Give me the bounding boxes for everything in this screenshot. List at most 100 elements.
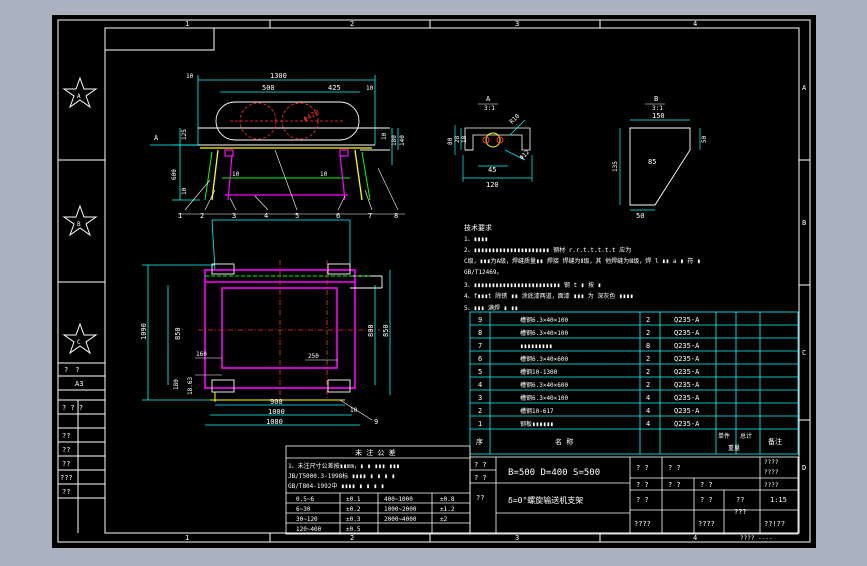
bom-cell-name: ▮▮▮▮▮▮▮▮▮ xyxy=(520,343,553,350)
star-label-b: B xyxy=(77,221,81,228)
title-left-cell: ? ? xyxy=(474,474,487,482)
title-grid-cell: ?? xyxy=(736,496,744,504)
zone-right-d: D xyxy=(802,464,806,472)
title-grid-cell: ??!?? xyxy=(764,520,785,528)
zone-right-c: C xyxy=(802,349,806,357)
dim-plan-bottom-b: 1000 xyxy=(268,408,285,416)
callout-6: 6 xyxy=(336,212,340,220)
dim-front-inner-a: 10 xyxy=(232,171,240,178)
bom-cell-mat: Q235-A xyxy=(674,394,700,402)
cad-drawing-viewport[interactable]: 1 2 3 4 1 2 3 4 A B C D A B C ? ? A3 ? ?… xyxy=(0,0,867,562)
tolerance-cell: ±0.1 xyxy=(346,496,361,503)
drawing-spec: B=500 D=400 S=500 xyxy=(508,468,600,478)
dim-detail-a-d3: 18 xyxy=(461,135,468,143)
notes-title: 技术要求 xyxy=(464,223,492,232)
bom-cell-name: 槽钢6.3×40×100 xyxy=(520,316,569,324)
bom-cell-mat: Q235-A xyxy=(674,342,700,350)
bom-header-no: 序 xyxy=(476,437,483,446)
bom-cell-name: 槽钢6.3×40×600 xyxy=(520,355,569,363)
bom-cell-mat: Q235-A xyxy=(674,316,700,324)
bom-cell-name: 槽钢6.3×40×600 xyxy=(520,381,569,389)
bom-cell-mat: Q235-A xyxy=(674,381,700,389)
bom-cell-name: 钢板▮▮▮▮▮▮ xyxy=(520,420,554,428)
bom-header-total: 总计 xyxy=(740,432,752,440)
title-grid-cell: ???? xyxy=(764,469,779,476)
zone-bottom-1: 1 xyxy=(185,534,189,542)
bom-header-unit: 单件 xyxy=(718,432,730,440)
dim-plan-inner: 850 xyxy=(174,327,182,340)
left-panel-row: ?? xyxy=(62,446,70,454)
tolerance-cell: 120~400 xyxy=(296,526,322,533)
bom-header-name: 名 称 xyxy=(555,437,573,446)
dim-plan-overall: 1090 xyxy=(140,323,148,340)
dim-front-right-c: 140 xyxy=(399,135,406,146)
tolerance-cell: ±0.5 xyxy=(346,526,361,533)
title-footer: ???? ---- xyxy=(740,535,773,542)
bom-cell-qty: 4 xyxy=(646,407,650,415)
dim-detail-a-w: 120 xyxy=(486,181,499,189)
left-panel-row: ? ? ? xyxy=(62,404,83,412)
bom-cell-no: 6 xyxy=(478,355,482,363)
note-line: 3、▮▮▮▮▮▮▮▮▮▮▮▮▮▮▮▮▮▮▮▮▮▮▮▮ 钢 t ▮ 按 ▮ xyxy=(464,281,601,289)
bom-cell-no: 4 xyxy=(478,381,482,389)
note-line: C级，▮▮▮为A级，焊缝质量▮▮ 焊接 焊缝为Ⅱ级，其 他焊缝为Ⅲ级，焊 l ▮… xyxy=(464,257,701,265)
dim-detail-b-right: 50 xyxy=(701,135,708,143)
bom-cell-mat: Q235-A xyxy=(674,420,700,428)
zone-bottom-4: 4 xyxy=(693,534,697,542)
dim-front-end: 10 xyxy=(186,73,194,80)
callout-9: 9 xyxy=(374,418,378,426)
bom-cell-name: 槽钢6.3×40×100 xyxy=(520,394,569,402)
bom-cell-qty: 4 xyxy=(646,420,650,428)
bom-cell-mat: Q235-A xyxy=(674,329,700,337)
tolerance-cell: ±0.8 xyxy=(440,496,455,503)
dim-plan-misc-e: 10 xyxy=(350,407,358,414)
tolerance-line: 1、未注尺寸公差按▮▮mm，▮ ▮ ▮▮▮ ▮▮▮ xyxy=(288,462,400,470)
dim-front-right-b: 180 xyxy=(391,135,398,146)
note-line: 2、▮▮▮▮▮▮▮▮▮▮▮▮▮▮▮▮▮▮▮▮▮ 钢材 r.r.t.t.t.t.t… xyxy=(464,246,631,254)
bom-cell-no: 8 xyxy=(478,329,482,337)
drawing-canvas[interactable]: 1 2 3 4 1 2 3 4 A B C D A B C ? ? A3 ? ?… xyxy=(0,0,867,562)
zone-top-1: 1 xyxy=(185,20,189,28)
note-line: 4、f▮▮▮t 除锈 ▮▮ 涂底漆两道，面漆 ▮▮▮ 为 深灰色 ▮▮▮▮ xyxy=(464,292,633,300)
tolerance-cell: 400~1000 xyxy=(384,496,413,503)
dim-plan-right-a: 800 xyxy=(367,324,375,337)
title-grid-cell: ???? xyxy=(634,520,651,528)
zone-bottom-3: 3 xyxy=(515,534,519,542)
bom-cell-no: 5 xyxy=(478,368,482,376)
title-grid-cell: ? ? xyxy=(636,464,649,472)
tolerance-line: GB/T804-1992中 ▮▮▮▮ ▮ ▮ ▮ ▮ xyxy=(288,482,384,490)
tolerance-cell: ±1.2 xyxy=(440,506,455,513)
tolerance-cell: 0.5~6 xyxy=(296,496,314,503)
tolerance-cell: ±0.2 xyxy=(346,506,361,513)
left-panel-row: ? ? xyxy=(64,366,79,374)
callout-1: 1 xyxy=(178,212,182,220)
callout-4: 4 xyxy=(264,212,268,220)
left-panel-row: A3 xyxy=(75,380,83,388)
bom-cell-qty: 8 xyxy=(646,342,650,350)
callout-8: 8 xyxy=(394,212,398,220)
dim-plan-right-b: 850 xyxy=(382,324,390,337)
title-grid-cell: ? ? xyxy=(700,481,713,489)
zone-top-2: 2 xyxy=(350,20,354,28)
bom-cell-name: 槽钢10-617 xyxy=(520,407,554,415)
bom-cell-name: 槽钢6.3×40×100 xyxy=(520,329,569,337)
detail-b-label: B xyxy=(654,95,658,103)
dim-plan-bottom-a: 900 xyxy=(270,398,283,406)
bom-cell-qty: 2 xyxy=(646,316,650,324)
bom-cell-no: 7 xyxy=(478,342,482,350)
note-line: 1、▮▮▮▮ xyxy=(464,236,488,243)
dim-detail-a-d2: 28 xyxy=(454,135,461,143)
dim-detail-b-bottom: 50 xyxy=(636,212,644,220)
title-grid-cell: ? ? xyxy=(668,481,681,489)
tolerance-line: JB/T5000.3-1998标 ▮▮▮▮ ▮ ▮ ▮ ▮ xyxy=(288,472,395,480)
dim-front-overall: 1300 xyxy=(270,72,287,80)
star-label-a: A xyxy=(77,93,81,100)
bom-cell-qty: 2 xyxy=(646,329,650,337)
detail-a-scale: 3:1 xyxy=(484,105,495,112)
dim-front-left-a: 125 xyxy=(181,129,188,140)
dim-plan-misc-a: 160 xyxy=(196,351,207,358)
bom-cell-mat: Q235-A xyxy=(674,368,700,376)
bom-cell-no: 3 xyxy=(478,394,482,402)
bom-cell-qty: 2 xyxy=(646,381,650,389)
bom-cell-name: 槽钢10-1300 xyxy=(520,368,558,376)
